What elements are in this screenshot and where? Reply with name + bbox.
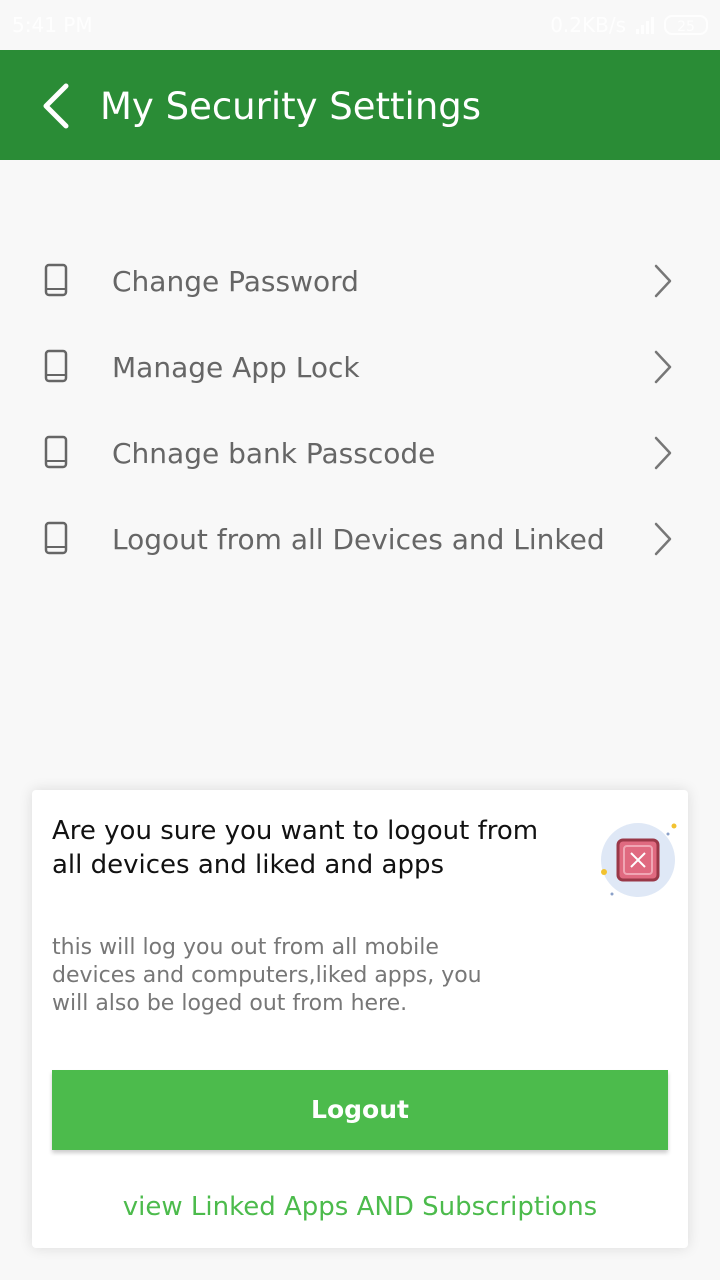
menu-item-change-bank-passcode[interactable]: Chnage bank Passcode <box>0 410 720 496</box>
security-settings-list: Change Password Manage App Lock Chnage b… <box>0 238 720 582</box>
chevron-right-icon <box>654 264 672 298</box>
close-square-icon <box>601 823 677 897</box>
menu-item-change-password[interactable]: Change Password <box>0 238 720 324</box>
phone-icon <box>44 521 68 555</box>
dialog-title: Are you sure you want to logout from all… <box>52 816 539 880</box>
phone-icon <box>44 349 68 383</box>
signal-icon <box>636 16 654 34</box>
battery-icon: 25 <box>664 15 708 35</box>
menu-item-label: Change Password <box>112 264 359 298</box>
status-time: 5:41 PM <box>12 13 93 37</box>
logout-confirm-dialog: Are you sure you want to logout from all… <box>32 790 688 1248</box>
menu-item-label: Chnage bank Passcode <box>112 436 436 470</box>
chevron-right-icon <box>654 522 672 556</box>
network-speed: 0.2KB/s <box>550 13 626 37</box>
chevron-right-icon <box>654 350 672 384</box>
app-bar: My Security Settings <box>0 50 720 160</box>
status-bar: 5:41 PM 0.2KB/s 25 <box>0 0 720 50</box>
menu-item-manage-app-lock[interactable]: Manage App Lock <box>0 324 720 410</box>
status-indicators: 0.2KB/s 25 <box>550 0 708 50</box>
menu-item-label: Manage App Lock <box>112 350 360 384</box>
chevron-right-icon <box>654 436 672 470</box>
menu-item-logout-all-devices[interactable]: Logout from all Devices and Linked <box>0 496 720 582</box>
page-title: My Security Settings <box>100 85 482 128</box>
back-arrow-icon[interactable] <box>38 80 78 132</box>
dialog-message: this will log you out from all mobile de… <box>52 935 482 1016</box>
logout-button[interactable]: Logout <box>52 1070 668 1150</box>
view-linked-apps-link[interactable]: view Linked Apps AND Subscriptions <box>32 1192 688 1222</box>
menu-item-label: Logout from all Devices and Linked <box>112 522 605 556</box>
phone-icon <box>44 435 68 469</box>
phone-icon <box>44 263 68 297</box>
